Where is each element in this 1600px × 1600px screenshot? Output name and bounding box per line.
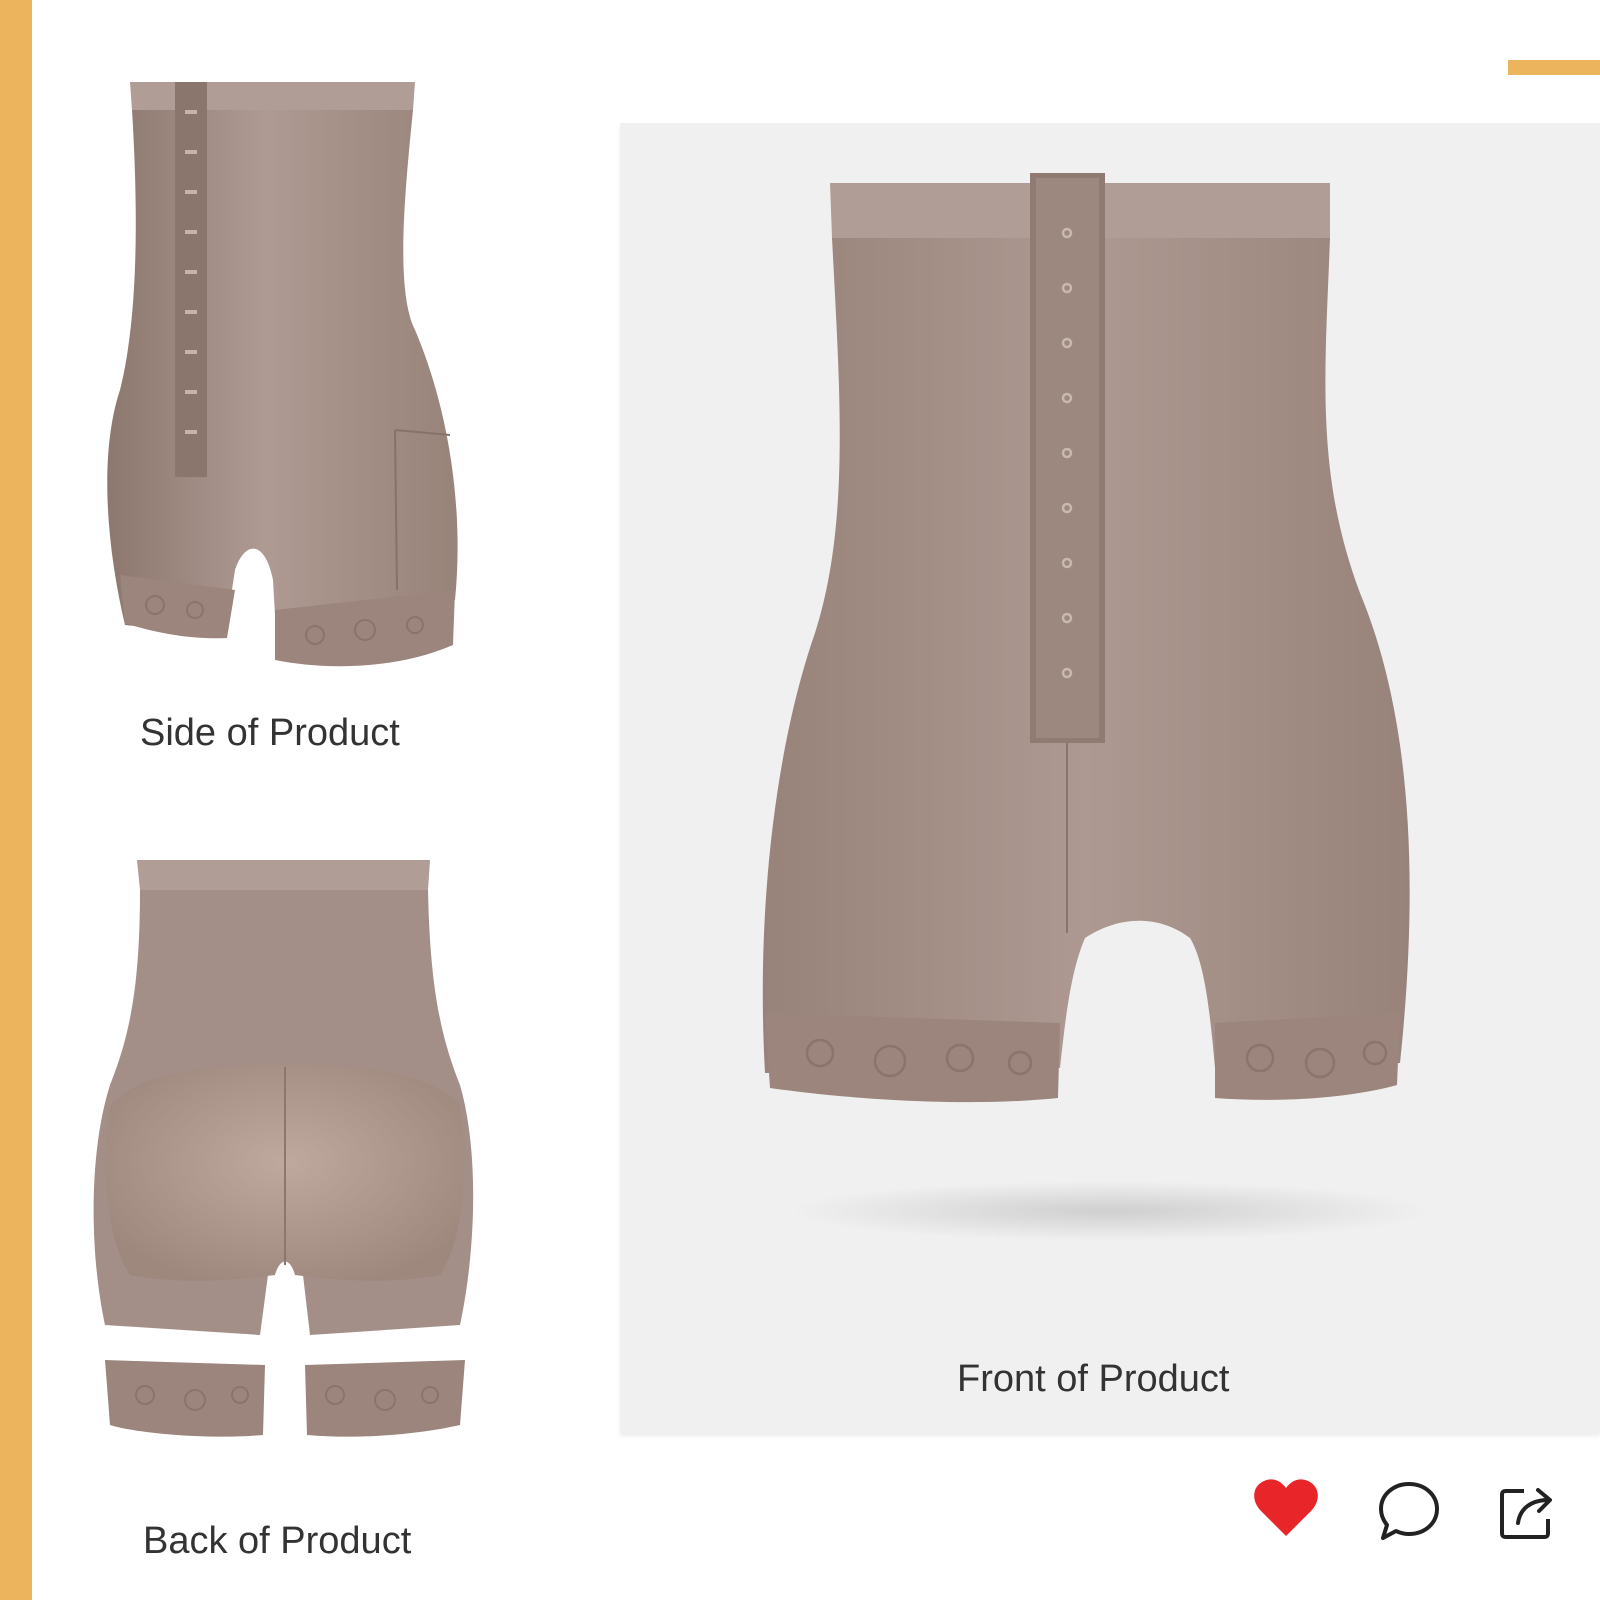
front-product-image[interactable] — [760, 173, 1460, 1273]
side-product-image[interactable] — [95, 70, 485, 690]
share-icon[interactable] — [1498, 1483, 1558, 1541]
left-accent-bar — [0, 0, 32, 1600]
front-caption: Front of Product — [957, 1358, 1230, 1400]
back-product-image[interactable] — [85, 855, 485, 1455]
side-caption: Side of Product — [140, 712, 400, 754]
back-caption: Back of Product — [143, 1520, 412, 1562]
comment-bubble-icon[interactable] — [1377, 1480, 1441, 1542]
top-accent-line — [1508, 60, 1600, 75]
heart-icon[interactable] — [1253, 1478, 1319, 1538]
front-product-panel: Front of Product — [620, 123, 1600, 1433]
